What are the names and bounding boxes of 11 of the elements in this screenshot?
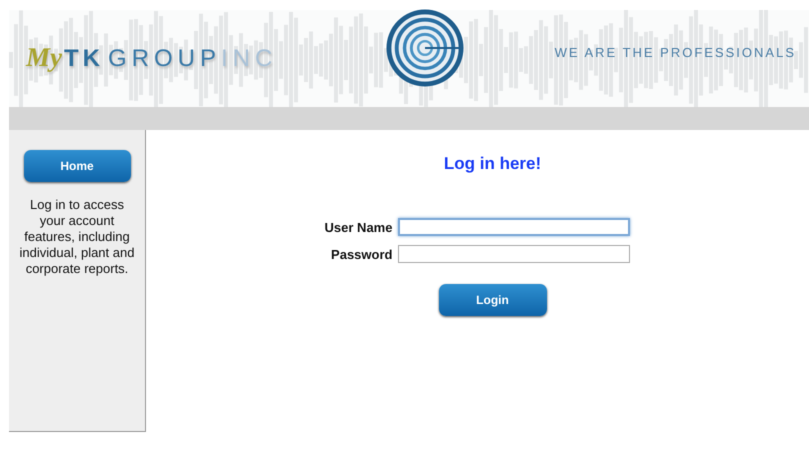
sidebar-text: Log in to access your account features, including individual, plant and corporate reports. — [18, 197, 136, 277]
home-button[interactable]: Home — [24, 150, 130, 182]
field-label: User Name — [324, 220, 392, 234]
spiral-logo-icon — [386, 8, 464, 88]
password-field[interactable] — [398, 245, 630, 263]
login-heading: Log in here! — [444, 154, 542, 174]
tagline: WE ARE THE PROFESSIONALS — [554, 45, 796, 60]
company-logo: MyTK GROUP INC — [26, 42, 278, 73]
login-button[interactable]: Login — [438, 284, 546, 316]
field-label: Password — [330, 246, 392, 262]
username-field[interactable] — [398, 218, 630, 236]
